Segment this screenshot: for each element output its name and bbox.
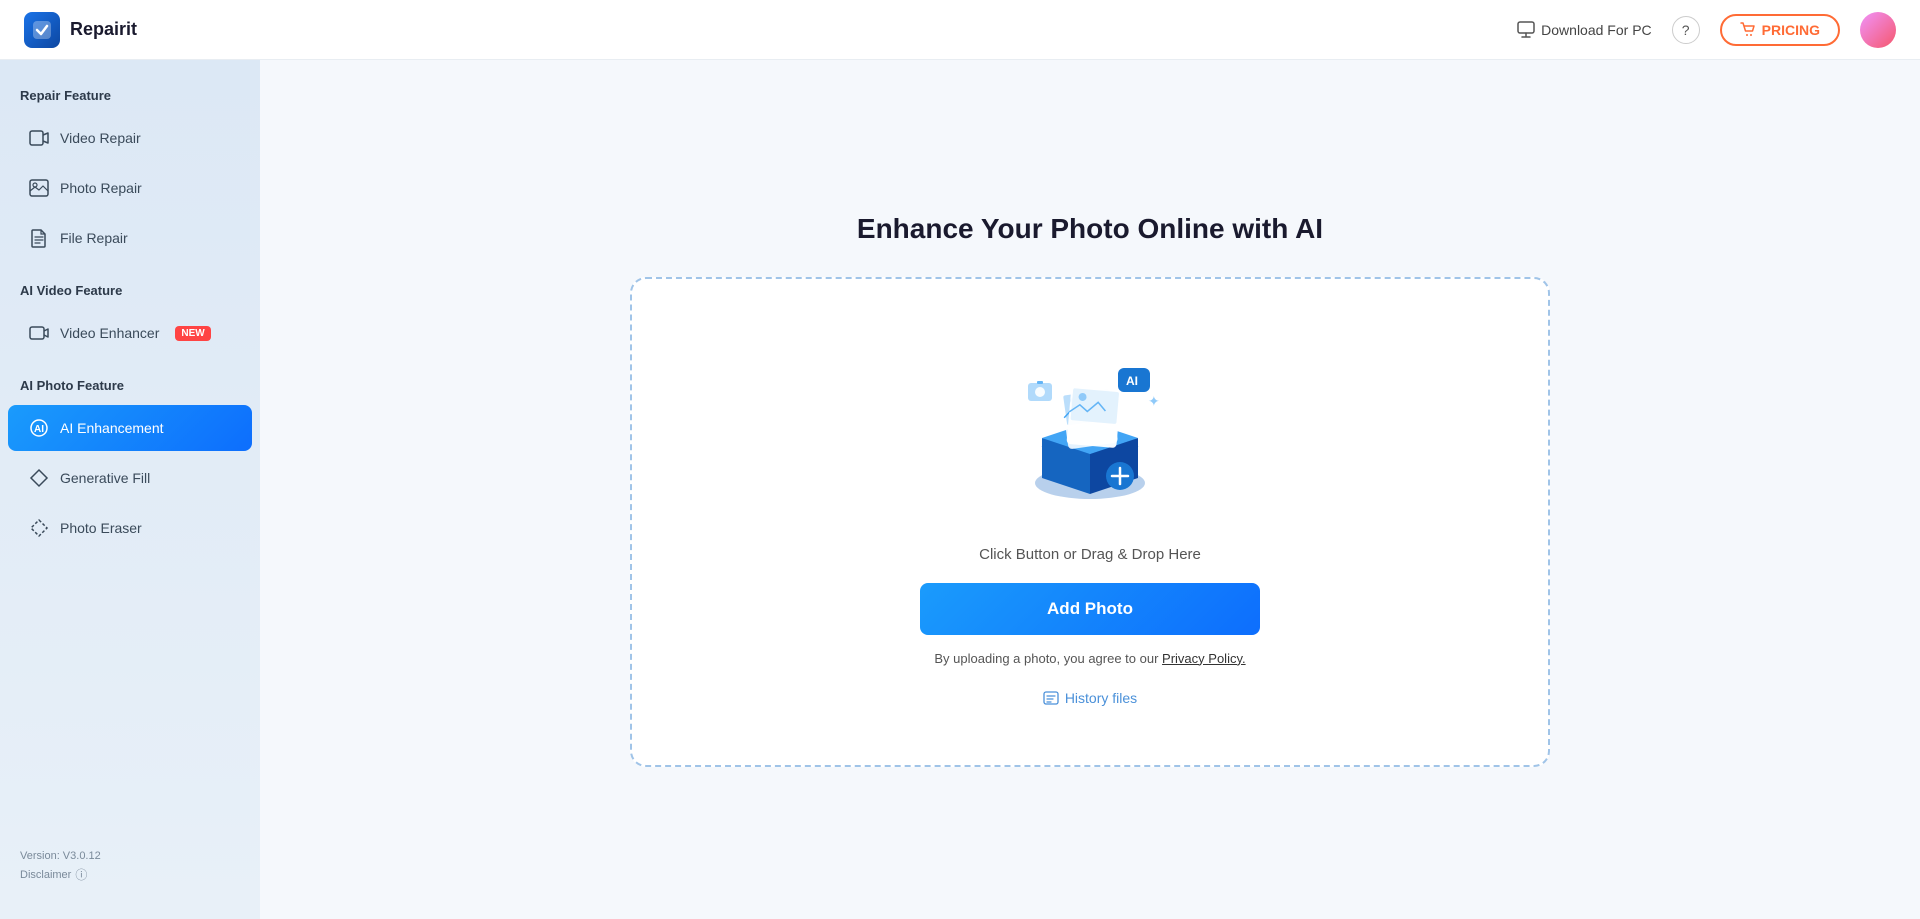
generative-fill-icon — [28, 467, 50, 489]
disclaimer-info-icon[interactable]: ⓘ — [75, 866, 87, 883]
page-title: Enhance Your Photo Online with AI — [857, 213, 1323, 245]
sidebar-item-ai-enhancement[interactable]: AI AI Enhancement — [8, 405, 252, 451]
monitor-icon — [1517, 21, 1535, 39]
header-right: Download For PC ? PRICING — [1517, 12, 1896, 48]
privacy-text: By uploading a photo, you agree to our P… — [934, 651, 1245, 666]
upload-area[interactable]: AI ✦ Click Button or Drag & Drop Here Ad… — [630, 277, 1550, 767]
generative-fill-label: Generative Fill — [60, 470, 150, 486]
photo-eraser-icon — [28, 517, 50, 539]
ai-enhancement-icon: AI — [28, 417, 50, 439]
sidebar: Repair Feature Video Repair Photo Repair — [0, 60, 260, 919]
sidebar-item-photo-eraser[interactable]: Photo Eraser — [8, 505, 252, 551]
disclaimer-row: Disclaimer ⓘ — [20, 866, 240, 883]
header: Repairit Download For PC ? PRICING — [0, 0, 1920, 60]
sidebar-item-generative-fill[interactable]: Generative Fill — [8, 455, 252, 501]
svg-text:AI: AI — [1126, 374, 1138, 388]
svg-text:AI: AI — [34, 424, 44, 435]
download-button[interactable]: Download For PC — [1517, 21, 1652, 39]
sidebar-item-video-enhancer[interactable]: Video Enhancer NEW — [8, 310, 252, 356]
photo-repair-label: Photo Repair — [60, 180, 142, 196]
privacy-policy-link[interactable]: Privacy Policy. — [1162, 651, 1246, 666]
history-files-button[interactable]: History files — [1043, 690, 1137, 706]
main-layout: Repair Feature Video Repair Photo Repair — [0, 60, 1920, 919]
main-content: Enhance Your Photo Online with AI — [260, 60, 1920, 919]
sidebar-item-photo-repair[interactable]: Photo Repair — [8, 165, 252, 211]
ai-enhancement-label: AI Enhancement — [60, 420, 164, 436]
video-repair-icon — [28, 127, 50, 149]
pricing-button[interactable]: PRICING — [1720, 14, 1840, 46]
photo-eraser-label: Photo Eraser — [60, 520, 142, 536]
logo: Repairit — [24, 12, 137, 48]
sidebar-item-file-repair[interactable]: File Repair — [8, 215, 252, 261]
cart-icon — [1740, 22, 1756, 38]
version-text: Version: V3.0.12 — [20, 850, 240, 862]
video-repair-label: Video Repair — [60, 130, 141, 146]
upload-illustration: AI ✦ — [1000, 338, 1180, 518]
section-label-ai-video: AI Video Feature — [0, 275, 260, 308]
add-photo-button[interactable]: Add Photo — [920, 583, 1260, 635]
drop-text: Click Button or Drag & Drop Here — [979, 546, 1201, 563]
section-label-repair: Repair Feature — [0, 80, 260, 113]
video-enhancer-icon — [28, 322, 50, 344]
file-repair-label: File Repair — [60, 230, 128, 246]
video-enhancer-label: Video Enhancer — [60, 325, 159, 341]
file-repair-icon — [28, 227, 50, 249]
disclaimer-label: Disclaimer — [20, 869, 71, 881]
photo-repair-icon — [28, 177, 50, 199]
sidebar-item-video-repair[interactable]: Video Repair — [8, 115, 252, 161]
section-label-ai-photo: AI Photo Feature — [0, 370, 260, 403]
svg-text:✦: ✦ — [1148, 393, 1160, 409]
help-button[interactable]: ? — [1672, 16, 1700, 44]
logo-icon — [24, 12, 60, 48]
history-icon — [1043, 690, 1059, 706]
logo-text: Repairit — [70, 19, 137, 40]
sidebar-footer: Version: V3.0.12 Disclaimer ⓘ — [0, 834, 260, 899]
new-badge: NEW — [175, 326, 210, 341]
avatar[interactable] — [1860, 12, 1896, 48]
